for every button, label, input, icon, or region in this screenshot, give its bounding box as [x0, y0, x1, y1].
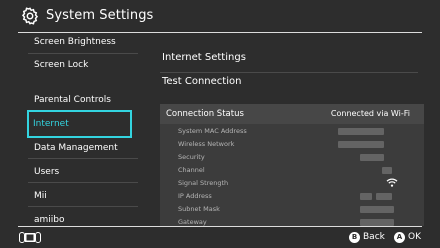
status-row-label: IP Address [178, 192, 212, 200]
sidebar-item-amiibo[interactable]: amiibo [34, 215, 65, 226]
status-row-label: Subnet Mask [178, 205, 220, 213]
a-button-icon: A [394, 232, 405, 243]
redacted-value [382, 167, 392, 174]
sidebar-item-mii[interactable]: Mii [34, 191, 47, 202]
footer-bar: B Back A OK [0, 227, 440, 248]
wifi-signal-icon [386, 178, 398, 187]
status-row-subnet-mask: Subnet Mask [160, 203, 424, 216]
sidebar-item-internet[interactable]: Internet [27, 110, 132, 138]
ok-button[interactable]: A OK [394, 232, 424, 243]
internet-settings-option[interactable]: Internet Settings [162, 52, 416, 64]
status-row-signal-strength: Signal Strength [160, 177, 424, 190]
b-button-icon: B [349, 232, 360, 243]
status-row-mac: System MAC Address [160, 125, 424, 138]
sidebar-item-users[interactable]: Users [34, 167, 59, 178]
sidebar-divider [28, 182, 138, 183]
main-divider [160, 72, 418, 73]
gear-icon [21, 7, 39, 25]
header-bar: System Settings [0, 0, 440, 34]
sidebar-item-screen-lock[interactable]: Screen Lock [34, 60, 88, 71]
connection-status-header: Connection Status Connected via Wi-Fi [160, 104, 424, 124]
switch-console-icon [19, 232, 41, 243]
status-row-security: Security [160, 151, 424, 164]
back-label: Back [363, 232, 385, 242]
test-connection-option[interactable]: Test Connection [162, 76, 416, 88]
back-button[interactable]: B Back [349, 232, 385, 243]
sidebar-item-data-management[interactable]: Data Management [34, 143, 118, 154]
status-row-wireless-network: Wireless Network [160, 138, 424, 151]
main-panel: Internet Settings Test Connection Connec… [148, 33, 428, 226]
status-row-label: Gateway [178, 218, 207, 226]
redacted-value [338, 128, 384, 135]
status-row-label: Wireless Network [178, 140, 235, 148]
status-row-label: Channel [178, 166, 205, 174]
sidebar-divider [28, 53, 138, 54]
page-title: System Settings [46, 8, 154, 23]
redacted-value [360, 154, 384, 161]
ok-label: OK [408, 232, 421, 242]
connection-status-value: Connected via Wi-Fi [330, 109, 410, 118]
status-row-label: Signal Strength [178, 179, 229, 187]
redacted-value [360, 206, 394, 213]
redacted-value [338, 141, 384, 148]
status-row-gateway: Gateway [160, 216, 424, 226]
status-row-label: Security [178, 153, 205, 161]
connection-status-label: Connection Status [166, 109, 244, 119]
redacted-value [376, 193, 392, 200]
connection-status-panel: Connection Status Connected via Wi-Fi Sy… [160, 104, 424, 226]
sidebar-item-parental-controls[interactable]: Parental Controls [34, 95, 111, 106]
sidebar-divider [28, 158, 138, 159]
sidebar-item-label: Internet [33, 119, 69, 129]
sidebar-item-screen-brightness[interactable]: Screen Brightness [34, 37, 116, 48]
redacted-value [360, 219, 394, 226]
status-row-channel: Channel [160, 164, 424, 177]
redacted-value [360, 193, 372, 200]
sidebar-divider [28, 206, 138, 207]
sidebar: Screen Brightness Screen Lock Parental C… [20, 33, 138, 226]
status-row-label: System MAC Address [178, 127, 247, 135]
status-row-ip-address: IP Address [160, 190, 424, 203]
